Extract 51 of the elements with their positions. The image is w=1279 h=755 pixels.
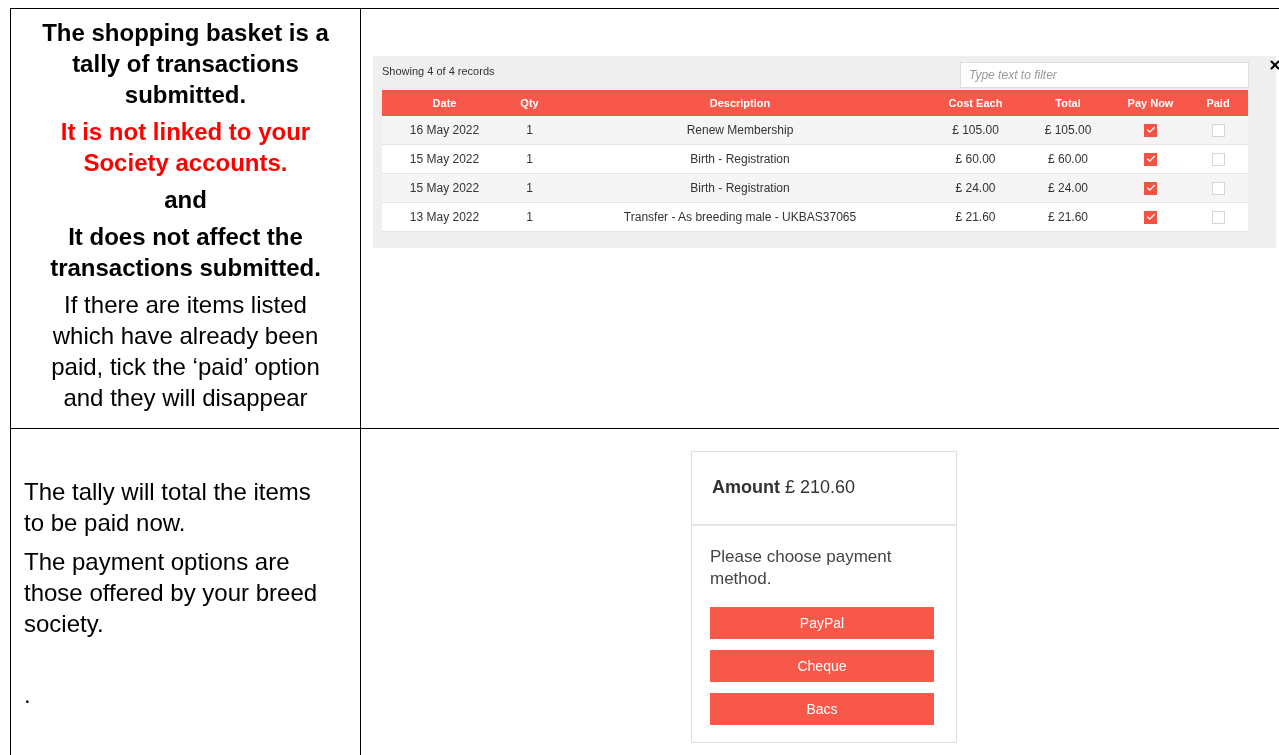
table-cell-text: 13 May 2022 [408,209,481,226]
column-header: Date [431,95,458,111]
note-text: and [163,185,208,215]
filter-field[interactable]: Type text to filter [960,62,1249,88]
table-cell-text: 15 May 2022 [408,151,481,168]
trailing-dot: . [24,680,31,710]
table-cell-text: 1 [525,122,534,139]
column-header: Cost Each [947,95,1004,111]
paid-checkbox[interactable] [1211,181,1225,195]
table-cell-text: £ 24.00 [954,180,997,197]
pay-now-checkbox[interactable] [1144,210,1157,224]
pay-now-checkbox[interactable] [1144,123,1157,137]
table-cell-text: 16 May 2022 [408,122,481,139]
note-text: The shopping basket is a tally of transactions submitted. [41,18,330,110]
note-text: The tally will total the items to be paid now. [24,477,312,538]
pay-now-checkbox[interactable] [1144,181,1157,195]
table-cell-text: £ 24.00 [1046,180,1089,197]
note-text: It is not linked to your Society accounts. [59,117,312,178]
paid-checkbox[interactable] [1211,123,1225,137]
table-cell-text: 15 May 2022 [408,180,481,197]
table-cell-text: £ 21.60 [954,209,997,226]
table-cell-text: 1 [525,151,534,168]
payment-prompt: Please choose payment method. [710,546,893,590]
column-header: Paid [1205,95,1231,111]
pay-now-checkbox[interactable] [1144,152,1157,166]
table-cell-text: Birth - Registration [689,151,791,168]
table-cell-text: Birth - Registration [689,180,791,197]
table-cell-text: £ 105.00 [1043,122,1093,139]
table-cell-text: 1 [525,180,534,197]
amount-text: Amount £ 210.60 [712,477,856,497]
column-header: Pay Now [1126,95,1175,111]
table-cell-text: £ 60.00 [954,151,997,168]
table-cell-text: 1 [525,209,534,226]
close-icon[interactable] [1268,58,1279,72]
table-cell-text: £ 21.60 [1046,209,1089,226]
table-cell-text: Transfer - As breeding male - UKBAS37065 [622,209,858,226]
column-header: Qty [519,95,540,111]
payment-method-button[interactable]: PayPal [710,607,934,639]
payment-method-button[interactable]: Bacs [710,693,934,725]
paid-checkbox[interactable] [1211,152,1225,166]
payment-method-button[interactable]: Cheque [710,650,934,682]
record-count: Showing 4 of 4 records [382,64,495,79]
note-text: It does not affect the transactions submitted. [49,222,322,283]
note-text: The payment options are those offered by your breed society. [24,547,319,639]
paid-checkbox[interactable] [1211,210,1225,224]
table-cell-text: Renew Membership [685,122,795,139]
column-header: Total [1054,95,1082,111]
table-cell-text: £ 105.00 [951,122,1000,139]
table-cell-text: £ 60.00 [1046,151,1089,168]
note-text: If there are items listed which have already been paid, tick the ‘paid’ option and they will disappear [50,290,321,413]
column-header: Description [708,95,772,111]
